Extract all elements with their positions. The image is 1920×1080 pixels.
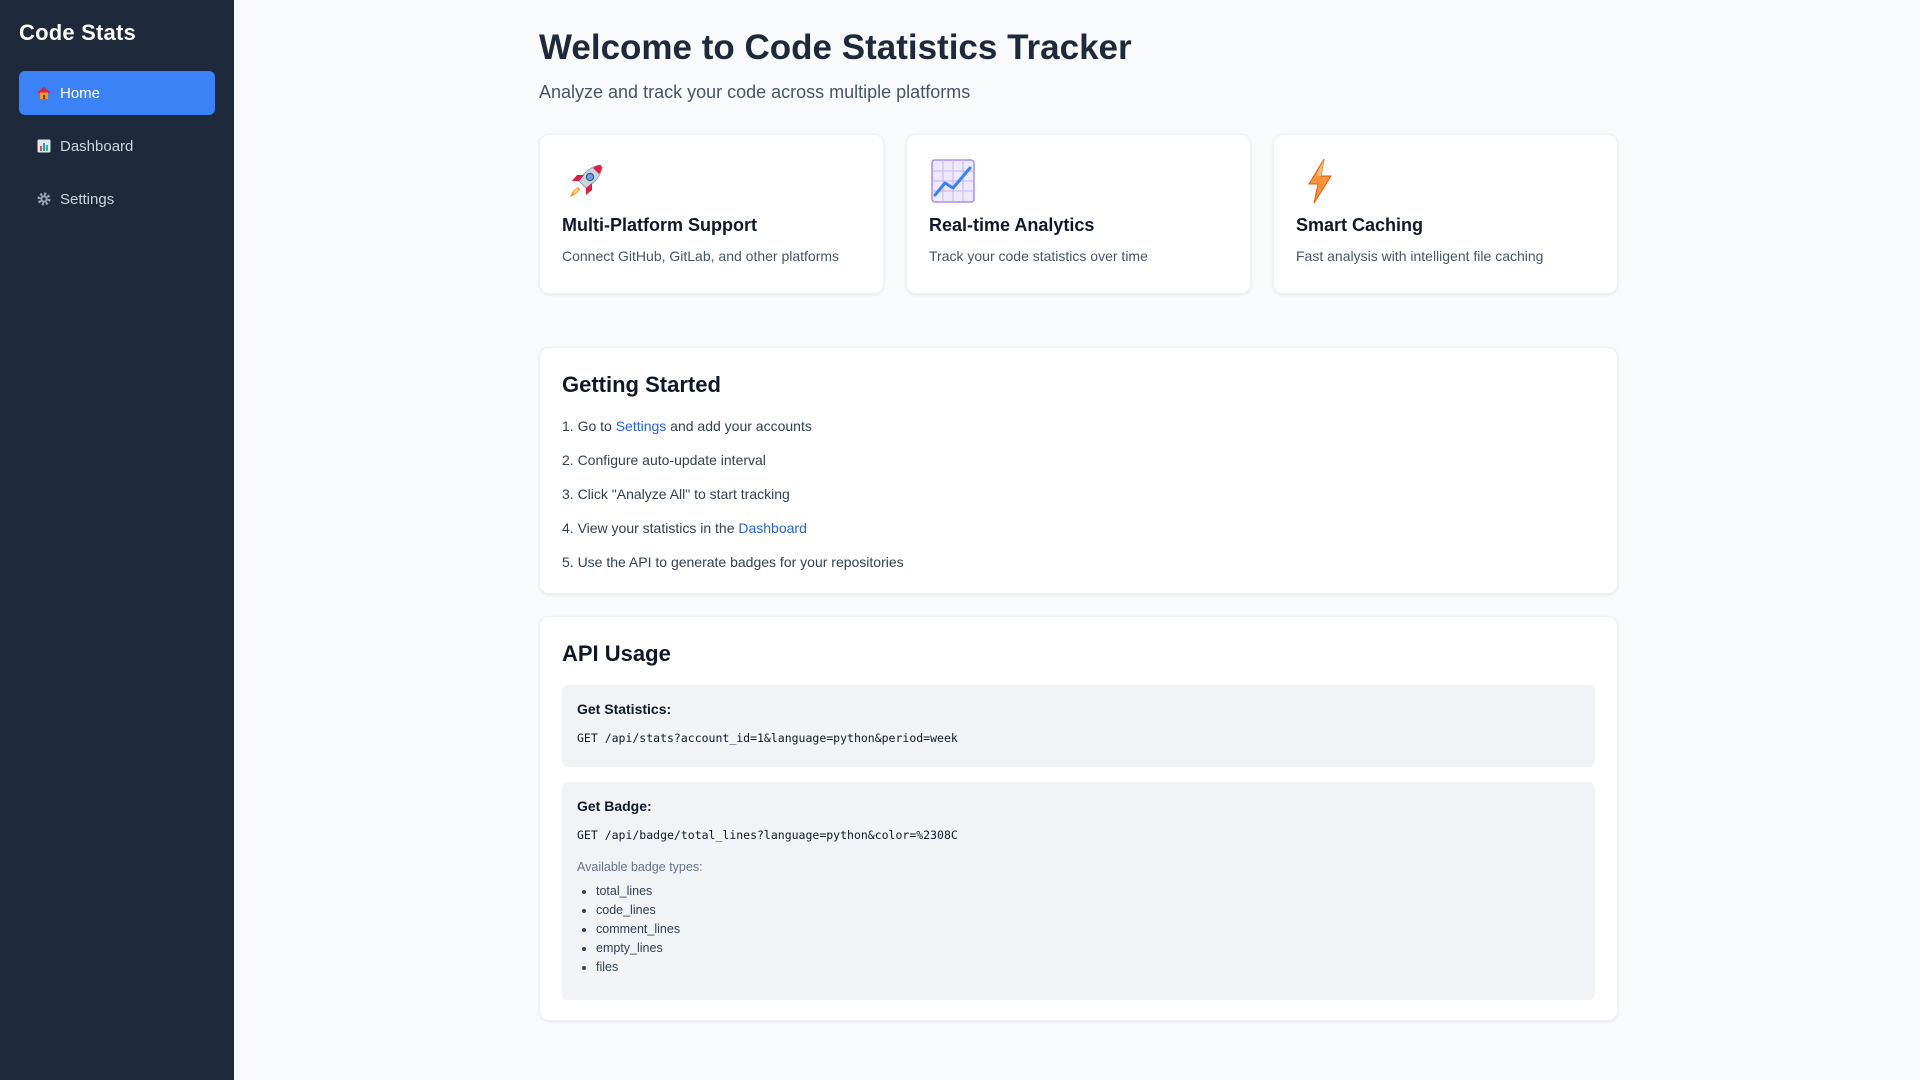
lightning-icon [1296, 157, 1344, 205]
feature-title: Real-time Analytics [929, 214, 1095, 235]
feature-card-caching: Smart Caching Fast analysis with intelli… [1273, 133, 1618, 294]
page-subtitle: Analyze and track your code across multi… [539, 81, 971, 102]
main-content: Welcome to Code Statistics Tracker Analy… [234, 0, 1920, 1080]
section-title: API Usage [562, 640, 671, 666]
content-column: Welcome to Code Statistics Tracker Analy… [539, 0, 1618, 1021]
list-item: 3. Click "Analyze All" to start tracking [562, 485, 790, 502]
api-stats-code: GET /api/stats?account_id=1&language=pyt… [577, 730, 958, 745]
feature-card-multi-platform: Multi-Platform Support Connect GitHub, G… [539, 133, 884, 294]
list-item: code_lines [596, 901, 1580, 920]
settings-link[interactable]: Settings [616, 418, 667, 434]
chart-increasing-icon [929, 157, 977, 205]
house-icon [36, 85, 52, 101]
badge-types-list: total_lines code_lines comment_lines emp… [577, 882, 1580, 977]
list-item: total_lines [596, 882, 1580, 901]
dashboard-link[interactable]: Dashboard [738, 520, 807, 536]
list-item: empty_lines [596, 939, 1580, 958]
feature-description: Track your code statistics over time [929, 247, 1148, 264]
api-stats-block: Get Statistics: GET /api/stats?account_i… [562, 684, 1595, 767]
bar-chart-icon [36, 138, 52, 154]
app-root: Code Stats Home Dashboard Settings Welco… [0, 0, 1920, 1080]
gear-icon [36, 191, 52, 207]
step-text: 4. View your statistics in the [562, 519, 739, 536]
feature-description: Fast analysis with intelligent file cach… [1296, 247, 1544, 264]
feature-card-analytics: Real-time Analytics Track your code stat… [906, 133, 1251, 294]
feature-description: Connect GitHub, GitLab, and other platfo… [562, 247, 840, 264]
list-item: comment_lines [596, 920, 1580, 939]
page-title: Welcome to Code Statistics Tracker [539, 28, 1132, 67]
sidebar-item-home[interactable]: Home [19, 71, 215, 115]
api-usage-card: API Usage Get Statistics: GET /api/stats… [539, 615, 1618, 1021]
sidebar-item-dashboard[interactable]: Dashboard [19, 124, 215, 168]
list-item: 1. Go to Settings and add your accounts [562, 414, 1595, 448]
rocket-icon [562, 157, 610, 205]
app-brand: Code Stats [19, 20, 136, 45]
api-badge-block: Get Badge: GET /api/badge/total_lines?la… [562, 781, 1595, 1000]
steps-list: 1. Go to Settings and add your accounts … [562, 414, 1595, 584]
sidebar-item-label: Settings [60, 190, 115, 208]
badge-types-title: Available badge types: [577, 859, 703, 874]
list-item: 5. Use the API to generate badges for yo… [562, 553, 904, 570]
feature-cards: Multi-Platform Support Connect GitHub, G… [539, 133, 1618, 294]
list-item: 2. Configure auto-update interval [562, 451, 766, 468]
feature-title: Multi-Platform Support [562, 214, 757, 235]
list-item: 4. View your statistics in the Dashboard [562, 516, 1595, 550]
getting-started-card: Getting Started 1. Go to Settings and ad… [539, 346, 1618, 594]
section-title: Getting Started [562, 371, 721, 397]
step-text: 1. Go to [562, 417, 616, 434]
sidebar-item-label: Dashboard [60, 137, 134, 155]
sidebar-item-settings[interactable]: Settings [19, 177, 215, 221]
api-stats-label: Get Statistics: [577, 700, 672, 717]
list-item: files [596, 958, 1580, 977]
feature-title: Smart Caching [1296, 214, 1424, 235]
sidebar: Code Stats Home Dashboard Settings [0, 0, 234, 1080]
api-badge-code: GET /api/badge/total_lines?language=pyth… [577, 827, 958, 842]
step-text: and add your accounts [666, 417, 812, 434]
api-badge-label: Get Badge: [577, 797, 652, 814]
sidebar-item-label: Home [60, 84, 101, 102]
